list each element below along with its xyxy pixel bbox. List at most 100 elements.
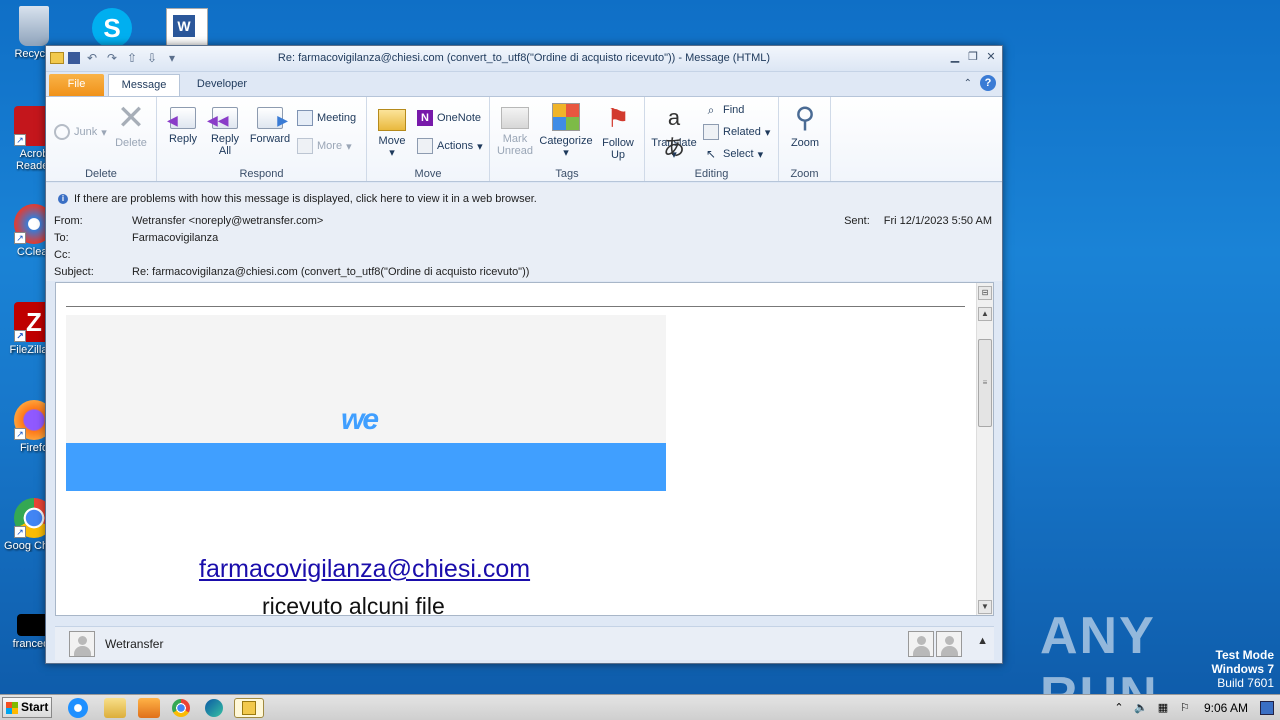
split-view-icon[interactable]: ⊟ [978, 286, 992, 300]
mark-unread-label-1: Mark [502, 133, 528, 145]
show-hidden-icons-icon[interactable]: ⌃ [1112, 701, 1126, 715]
people-pane-name[interactable]: Wetransfer [105, 637, 163, 651]
dropdown-arrow-icon: ▾ [757, 148, 764, 161]
tab-message[interactable]: Message [108, 74, 180, 96]
scroll-thumb[interactable]: ≡ [978, 339, 992, 427]
junk-button[interactable]: Junk ▾ [54, 123, 107, 141]
dropdown-arrow-icon: ▾ [563, 147, 569, 159]
more-button[interactable]: More ▾ [297, 137, 352, 155]
contact-avatar[interactable] [936, 631, 962, 657]
scroll-down-icon[interactable]: ▼ [978, 600, 992, 614]
info-bar[interactable]: i If there are problems with how this me… [58, 193, 537, 205]
zoom-button[interactable]: ⚲ Zoom [785, 103, 825, 150]
outlook-taskbar-icon[interactable] [234, 698, 264, 718]
skype-icon[interactable]: S [92, 8, 132, 48]
group-label-delete: Delete [85, 168, 117, 180]
forward-button[interactable]: ▶ Forward [247, 103, 293, 145]
reply-all-icon: ◀◀ [207, 107, 238, 129]
minimize-icon[interactable]: ▁ [948, 50, 962, 64]
action-center-flag-icon[interactable]: ⚐ [1178, 701, 1192, 715]
mark-unread-button[interactable]: Mark Unread [496, 103, 534, 157]
start-label: Start [21, 700, 49, 714]
recycle-bin-icon [19, 6, 49, 46]
meeting-button[interactable]: Meeting [297, 109, 356, 127]
scroll-up-icon[interactable]: ▲ [978, 307, 992, 321]
actions-button[interactable]: Actions ▾ [417, 137, 483, 155]
show-desktop-icon[interactable] [1260, 701, 1274, 715]
group-label-move: Move [414, 168, 442, 180]
media-player-icon[interactable] [138, 698, 160, 718]
actions-icon [417, 138, 433, 154]
reply-all-label-2: All [218, 145, 232, 157]
minimize-ribbon-icon[interactable]: ⌃ [964, 78, 972, 89]
clock[interactable]: 9:06 AM [1200, 701, 1252, 715]
related-icon [703, 124, 719, 140]
dropdown-arrow-icon: ▾ [346, 140, 352, 153]
test-mode-line: Test Mode [1215, 648, 1274, 662]
people-pane: Wetransfer ▲ [55, 626, 994, 660]
reply-button[interactable]: ◀ Reply [165, 103, 201, 145]
help-icon[interactable]: ? [980, 75, 996, 91]
restore-icon[interactable]: ❐ [966, 50, 980, 64]
forward-icon: ▶ [257, 107, 288, 129]
network-icon[interactable]: ▦ [1156, 701, 1170, 715]
banner-top: we [66, 315, 666, 443]
forward-label: Forward [249, 133, 291, 145]
banner-blue-strip [66, 443, 666, 491]
to-label: To: [54, 232, 69, 244]
onenote-icon: N [417, 110, 433, 126]
internet-explorer-icon[interactable] [68, 698, 88, 718]
select-label: Select [723, 148, 754, 160]
file-explorer-icon[interactable] [104, 698, 126, 718]
related-label: Related [723, 126, 761, 138]
sent-label: Sent: [844, 215, 870, 227]
dropdown-arrow-icon: ▾ [101, 126, 107, 139]
onenote-button[interactable]: N OneNote [417, 109, 481, 127]
to-value[interactable]: Farmacovigilanza [132, 232, 218, 244]
start-button[interactable]: Start [2, 697, 52, 718]
sender-avatar[interactable] [69, 631, 95, 657]
delete-x-icon: ✕ [116, 99, 146, 137]
tab-developer[interactable]: Developer [184, 74, 260, 96]
word-document-icon[interactable]: W [166, 8, 208, 48]
follow-up-button[interactable]: ⚑ Follow Up [598, 103, 638, 161]
reply-all-button[interactable]: ◀◀ Reply All [207, 103, 243, 157]
from-value[interactable]: Wetransfer <noreply@wetransfer.com> [132, 215, 323, 227]
ribbon: Junk ▾ ✕ Delete Delete ◀ Reply ◀◀ Reply A… [46, 96, 1002, 182]
email-link[interactable]: farmacovigilanza@chiesi.com [199, 555, 530, 584]
find-label: Find [723, 104, 745, 116]
received-text: ricevuto alcuni file [262, 593, 445, 616]
volume-icon[interactable]: 🔈 [1134, 701, 1148, 715]
dropdown-arrow-icon: ▾ [389, 147, 395, 159]
delete-button[interactable]: ✕ Delete [112, 99, 150, 149]
close-icon[interactable]: ✕ [984, 50, 998, 64]
translate-icon: aあ [662, 105, 685, 160]
translate-button[interactable]: aあ Translate ▾ [649, 103, 699, 161]
expand-people-pane-icon[interactable]: ▲ [977, 635, 988, 647]
tab-file[interactable]: File [49, 74, 104, 96]
group-move: Move ▾ N OneNote Actions ▾ Move [367, 97, 490, 181]
follow-up-label-2: Up [610, 149, 626, 161]
dropdown-arrow-icon: ▾ [477, 140, 483, 153]
vertical-scrollbar[interactable]: ⊟ ▲ ≡ ▼ [976, 283, 993, 615]
ribbon-right-controls: ⌃ ? [964, 75, 996, 91]
find-button[interactable]: ⌕ Find [703, 101, 745, 119]
categorize-icon [552, 103, 580, 131]
group-delete: Junk ▾ ✕ Delete Delete [46, 97, 157, 181]
contact-avatar[interactable] [908, 631, 934, 657]
chrome-taskbar-icon[interactable] [172, 699, 190, 717]
subject-value: Re: farmacovigilanza@chiesi.com (convert… [132, 266, 530, 278]
window-controls: ▁ ❐ ✕ [948, 50, 998, 64]
move-folder-icon [378, 109, 406, 131]
dropdown-arrow-icon: ▾ [764, 126, 771, 139]
system-tray: ⌃ 🔈 ▦ ⚐ 9:06 AM [1112, 695, 1280, 720]
move-button[interactable]: Move ▾ [375, 103, 409, 159]
categorize-button[interactable]: Categorize ▾ [538, 103, 594, 159]
taskbar: Start ⌃ 🔈 ▦ ⚐ 9:06 AM [0, 694, 1280, 720]
edge-icon[interactable] [205, 699, 223, 717]
select-button[interactable]: ↖ Select ▾ [703, 145, 763, 163]
more-icon [297, 138, 313, 154]
group-label-editing: Editing [694, 168, 729, 180]
related-button[interactable]: Related ▾ [703, 123, 770, 141]
message-header: i If there are problems with how this me… [46, 183, 1002, 281]
